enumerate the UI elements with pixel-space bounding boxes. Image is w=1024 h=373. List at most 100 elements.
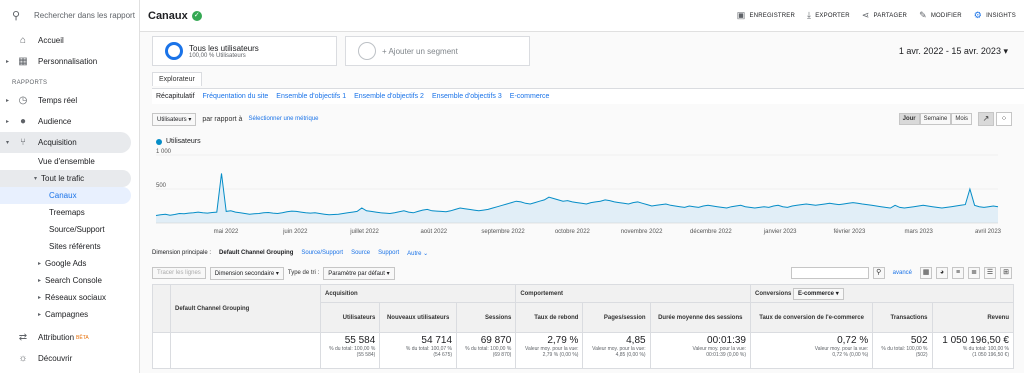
nav-overview[interactable]: Vue d'ensemble (0, 153, 139, 170)
report-search[interactable]: ⚲ Rechercher dans les rapport (0, 0, 139, 30)
save-icon: ▣ (736, 10, 746, 20)
nav-treemaps[interactable]: Treemaps (0, 204, 139, 221)
caret-right-icon: ▸ (38, 278, 42, 284)
nav-home[interactable]: ⌂ Accueil (0, 30, 139, 51)
col-conversion-rate[interactable]: Taux de conversion de l'e-commerce (749, 302, 874, 333)
line-chart-icon[interactable]: ↗ (978, 112, 994, 126)
nav-source-medium[interactable]: Source/Support (0, 221, 139, 238)
nav-google-ads-label: Google Ads (45, 259, 87, 268)
export-button[interactable]: ⤓ EXPORTER (807, 10, 850, 21)
total-value: 00:01:39 (707, 335, 746, 346)
dimension-source-medium[interactable]: Source/Support (301, 250, 343, 257)
segment-name: Tous les utilisateurs (189, 43, 259, 53)
scatter-chart-icon[interactable]: ⁘ (996, 112, 1012, 126)
nav-acquisition[interactable]: ▾ ⑂ Acquisition (0, 132, 131, 153)
sort-type-dropdown[interactable]: Paramètre par défaut ▾ (323, 266, 395, 280)
pivot-view-icon[interactable]: ⊞ (1000, 267, 1012, 279)
primary-dimension: Default Channel Grouping (219, 250, 294, 256)
x-tick-label: février 2023 (834, 229, 866, 235)
segment-all-users[interactable]: Tous les utilisateurs 100,00 % Utilisate… (152, 36, 337, 66)
total-value: 69 870 (480, 335, 512, 346)
nav-campaigns[interactable]: ▸ Campagnes (0, 306, 139, 323)
totals-label-cell (170, 332, 321, 369)
subtab-goal-set-3[interactable]: Ensemble d'objectifs 3 (432, 93, 502, 100)
nav-realtime[interactable]: ▸ ◷ Temps réel (0, 90, 139, 111)
select-all-checkbox[interactable] (152, 284, 171, 333)
nav-channels[interactable]: Canaux (0, 187, 131, 204)
beta-badge: BÊTA (76, 334, 89, 341)
select-metric-link[interactable]: Sélectionner une métrique (248, 116, 318, 122)
subtab-goal-set-1[interactable]: Ensemble d'objectifs 1 (276, 93, 346, 100)
dimension-source[interactable]: Source (351, 250, 370, 257)
dimension-medium[interactable]: Support (378, 250, 399, 257)
sidebar: ⚲ Rechercher dans les rapport ⌂ Accueil ▸… (0, 0, 140, 373)
total-new-users: 54 714% du total: 100,07 % (54 675) (379, 332, 458, 369)
col-channel[interactable]: Default Channel Grouping (170, 284, 321, 333)
col-pages-session[interactable]: Pages/session (582, 302, 651, 333)
edit-button[interactable]: ✎ MODIFIER (919, 10, 962, 21)
month-button[interactable]: Mois (951, 113, 972, 125)
date-range-label: 1 avr. 2022 - 15 avr. 2023 (898, 45, 1001, 56)
total-value: 54 714 (421, 335, 453, 346)
subtab-ecommerce[interactable]: E-commerce (510, 93, 550, 100)
plot-rows-button[interactable]: Tracer les lignes (152, 267, 206, 279)
col-avg-duration[interactable]: Durée moyenne des sessions (649, 302, 751, 333)
col-transactions[interactable]: Transactions (872, 302, 933, 333)
nav-search-console[interactable]: ▸ Search Console (0, 272, 139, 289)
col-new-users[interactable]: Nouveaux utilisateurs (379, 302, 458, 333)
nav-google-ads[interactable]: ▸ Google Ads (0, 255, 139, 272)
col-revenue[interactable]: Revenu (931, 302, 1015, 333)
subtab-site-usage[interactable]: Fréquentation du site (203, 93, 269, 100)
dimension-other[interactable]: Autre ⌄ (407, 250, 428, 257)
week-button[interactable]: Semaine (919, 113, 952, 125)
segment-ring-icon (165, 42, 183, 60)
total-sessions: 69 870% du total: 100,00 % (69 870) (456, 332, 517, 369)
share-button[interactable]: ⋖ PARTAGER (862, 10, 907, 21)
col-users[interactable]: Utilisateurs (319, 302, 381, 333)
share-label: PARTAGER (873, 12, 908, 19)
nav-all-traffic[interactable]: ▾ Tout le trafic (0, 170, 131, 187)
period-toggle: Jour Semaine Mois (898, 113, 972, 125)
table-search-icon[interactable]: ⚲ (872, 267, 885, 279)
advanced-link[interactable]: avancé (893, 270, 912, 276)
subtab-summary[interactable]: Récapitulatif (156, 93, 195, 100)
col-sessions[interactable]: Sessions (456, 302, 517, 333)
dimension-label: Dimension principale : (152, 250, 212, 256)
nav-attribution[interactable]: ⇄ Attribution BÊTA (0, 327, 139, 348)
date-range-picker[interactable]: 1 avr. 2022 - 15 avr. 2023 ▾ (899, 46, 1024, 57)
save-label: ENREGISTRER (749, 12, 796, 19)
metric-dropdown[interactable]: Utilisateurs ▾ (152, 112, 197, 126)
nav-referrals[interactable]: Sites référents (0, 238, 139, 255)
secondary-dimension-dropdown[interactable]: Dimension secondaire ▾ (209, 266, 284, 280)
comparison-view-icon[interactable]: ≣ (968, 267, 980, 279)
subtab-goal-set-2[interactable]: Ensemble d'objectifs 2 (354, 93, 424, 100)
nav-customization[interactable]: ▸ ▦ Personnalisation (0, 51, 139, 72)
nav-audience[interactable]: ▸ ● Audience (0, 111, 139, 132)
acquisition-icon: ⑂ (20, 137, 26, 148)
save-button[interactable]: ▣ ENREGISTRER (737, 10, 795, 21)
segment-pct: 100,00 % Utilisateurs (189, 52, 246, 59)
legend-label: Utilisateurs (166, 138, 201, 145)
pie-view-icon[interactable]: ◕ (936, 267, 948, 279)
attribution-icon: ⇄ (18, 332, 28, 343)
insights-button[interactable]: ⚙ INSIGHTS (974, 10, 1016, 21)
clock-icon: ◷ (18, 95, 28, 106)
col-bounce-rate[interactable]: Taux de rebond (515, 302, 584, 333)
series-area (156, 173, 998, 223)
ecommerce-dropdown[interactable]: E-commerce ▾ (793, 288, 844, 300)
total-sub: (1 050 196,50 €) (972, 352, 1009, 358)
nav-realtime-label: Temps réel (38, 96, 78, 105)
tab-explorer[interactable]: Explorateur (152, 72, 202, 86)
nav-social[interactable]: ▸ Réseaux sociaux (0, 289, 139, 306)
add-segment-label: + Ajouter un segment (382, 46, 458, 56)
total-users: 55 584% du total: 100,00 % (55 584) (319, 332, 381, 369)
data-view-icon[interactable]: ▦ (920, 267, 932, 279)
term-cloud-icon[interactable]: ☰ (984, 267, 996, 279)
group-conversions: Conversions E-commerce ▾ (749, 284, 1015, 303)
table-search-input[interactable] (790, 267, 869, 279)
day-button[interactable]: Jour (898, 113, 920, 125)
add-segment-button[interactable]: + Ajouter un segment (345, 36, 530, 66)
performance-view-icon[interactable]: ≡ (952, 267, 964, 279)
nav-discover[interactable]: ☼ Découvrir (0, 348, 139, 369)
x-tick-label: août 2022 (420, 229, 447, 235)
